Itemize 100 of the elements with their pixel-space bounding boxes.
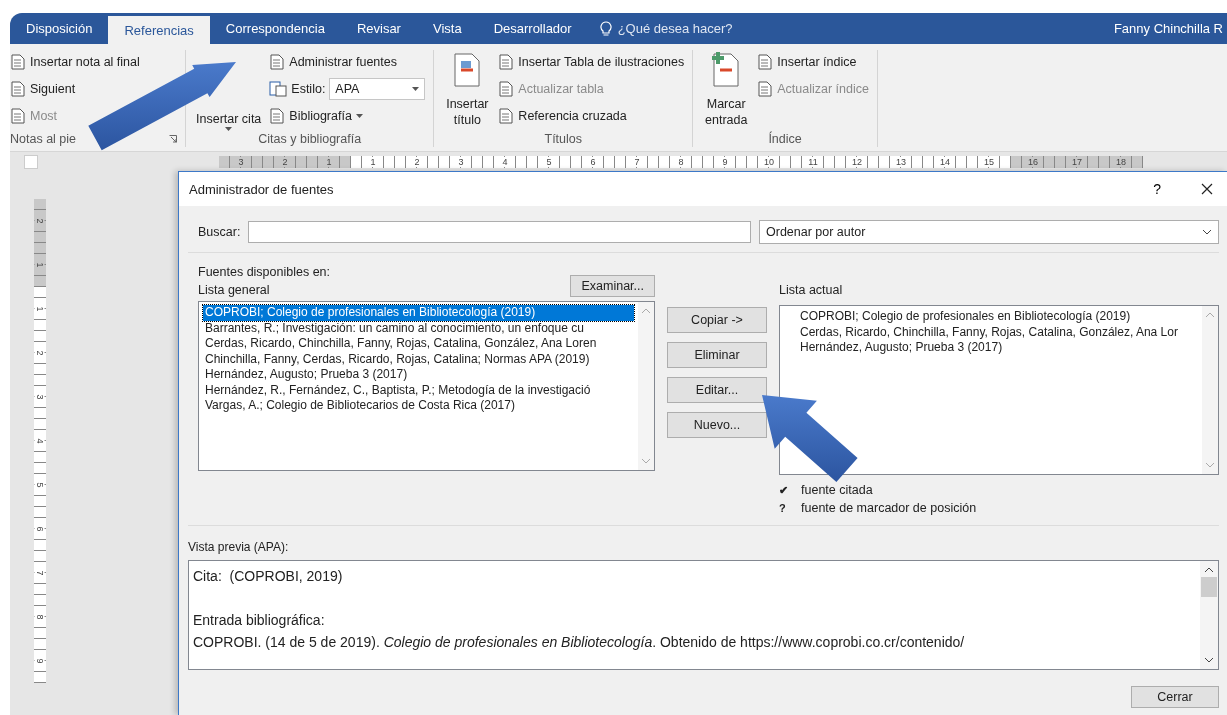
ribbon-button[interactable]: Bibliografía (269, 104, 363, 128)
ruler-number: 8 (676, 156, 686, 167)
help-button[interactable]: ? (1147, 180, 1167, 198)
document-icon (711, 52, 742, 88)
list-item[interactable]: Vargas, A.; Colegio de Bibliotecarios de Costa Rica (2017) (203, 398, 634, 414)
document-icon (269, 108, 286, 124)
style-dropdown[interactable]: APA (329, 78, 426, 100)
preview-text: COPROBI. (14 de 5 de 2019). Colegio de profesionales en Bibliotecología. Obtenido de https://www.coprobi.co.cr/contenido/ (193, 633, 966, 652)
ruler-number: 6 (588, 156, 598, 167)
ruler-number: 15 (982, 156, 996, 167)
ribbon-tab[interactable]: Referencias (108, 16, 210, 44)
ribbon-button[interactable]: Insertar índice (757, 50, 857, 74)
list-item[interactable]: Cerdas, Ricardo, Chinchilla, Fanny, Rojas, Catalina, González, Ana Lor (798, 324, 1198, 340)
style-label: Estilo: (291, 82, 326, 96)
group-label: Citas y bibliografía (258, 132, 362, 146)
list-item[interactable]: Hernández, Augusto; Prueba 3 (2017) (203, 367, 634, 383)
list-item[interactable]: Cerdas, Ricardo, Chinchilla, Fanny, Rojas, Catalina, González, Ana Loren (203, 336, 634, 352)
ruler-number: 4 (35, 436, 45, 446)
ruler-number: 2 (35, 348, 45, 358)
ribbon-button[interactable]: Insertar cita (194, 112, 264, 131)
document-icon (10, 108, 26, 124)
ruler-number: 9 (720, 156, 730, 167)
document-icon (10, 54, 26, 70)
style-icon (269, 81, 288, 97)
chevron-down-icon (1202, 229, 1212, 235)
ruler-number: 16 (1026, 156, 1040, 167)
close-dialog-button[interactable]: Cerrar (1131, 686, 1219, 708)
source-list[interactable]: COPROBI; Colegio de profesionales en Bibliotecología (2019) Cerdas, Ricardo, Chinchilla, Fanny, Rojas, Catalina, González, Ana Lor Hernández, Augusto; Prueba 3 (2017) (779, 305, 1219, 475)
ribbon-button[interactable]: Marcar entrada (701, 50, 752, 131)
ribbon-tab[interactable]: Correspondencia (209, 13, 341, 44)
ruler-number: 10 (762, 156, 776, 167)
ribbon-tab[interactable]: Vista (416, 13, 478, 44)
ribbon-button[interactable]: Insertar título (442, 50, 493, 131)
chevron-down-icon (641, 458, 651, 464)
list-item[interactable]: COPROBI; Colegio de profesionales en Bibliotecología (2019) (203, 305, 634, 321)
ruler-number: 7 (35, 568, 45, 578)
document-icon (498, 81, 515, 97)
action-button[interactable]: Nuevo... (667, 412, 767, 438)
list-label: Lista actual (779, 283, 844, 297)
ruler-number: 2 (280, 156, 290, 167)
ruler-number: 5 (544, 156, 554, 167)
ruler-number: 1 (368, 156, 378, 167)
ruler-number: 6 (35, 524, 45, 534)
action-button[interactable]: Copiar -> (667, 307, 767, 333)
document-icon (269, 54, 286, 70)
ribbon-button[interactable]: Administrar fuentes (269, 50, 397, 74)
ruler-number: 2 (412, 156, 422, 167)
list-label: Lista general (198, 283, 271, 297)
search-field[interactable] (248, 221, 751, 243)
search-box[interactable]: ¿Qué desea hacer? (587, 13, 745, 44)
group-label: Índice (768, 132, 802, 146)
action-button[interactable]: Eliminar (667, 342, 767, 368)
chevron-up-icon (641, 308, 651, 314)
legend-symbol: ✔ (779, 483, 789, 497)
ruler-number: 1 (35, 260, 45, 270)
ruler-number: 5 (35, 480, 45, 490)
ribbon-button[interactable]: Referencia cruzada (498, 104, 627, 128)
ruler-number: 3 (236, 156, 246, 167)
ruler-number: 7 (632, 156, 642, 167)
action-button[interactable]: Editar... (667, 377, 767, 403)
ribbon-button[interactable]: Insertar nota al final (10, 50, 140, 74)
list-item[interactable]: Hernández, Augusto; Prueba 3 (2017) (798, 340, 1198, 356)
list-item[interactable]: COPROBI; Colegio de profesionales en Bibliotecología (2019) (798, 309, 1198, 325)
chevron-down-icon (1204, 657, 1214, 663)
legend-text: fuente citada (801, 483, 873, 497)
browse-button[interactable]: Examinar... (570, 275, 655, 297)
ribbon-tab[interactable]: Revisar (340, 13, 417, 44)
list-item[interactable]: Barrantes, R.; Investigación: un camino al conocimiento, un enfoque cu (203, 320, 634, 336)
ruler-number: 8 (35, 612, 45, 622)
ribbon-tab[interactable]: Desarrollador (477, 13, 588, 44)
list-item[interactable]: Chinchilla, Fanny, Cerdas, Ricardo, Rojas, Catalina; Normas APA (2019) (203, 351, 634, 367)
ribbon-button[interactable]: Insertar Tabla de ilustraciones (498, 50, 685, 74)
preview-text: Cita: (COPROBI, 2019) (193, 567, 344, 586)
document-icon (498, 108, 515, 124)
tab-selector[interactable] (24, 154, 38, 169)
ruler-number: 3 (35, 392, 45, 402)
sort-dropdown[interactable]: Ordenar por autor (759, 220, 1219, 244)
ruler-number: 1 (324, 156, 334, 167)
legend-text: fuente de marcador de posición (801, 501, 977, 515)
group-label: Notas al pie (10, 132, 76, 146)
document-icon (10, 81, 26, 97)
group-label: Títulos (544, 132, 583, 146)
available-label: Fuentes disponibles en: (198, 265, 331, 279)
ruler-number: 18 (1114, 156, 1128, 167)
ruler-number: 14 (938, 156, 952, 167)
ruler-number: 3 (456, 156, 466, 167)
ruler-number: 2 (35, 216, 45, 226)
document-icon (498, 54, 515, 70)
list-item[interactable]: Hernández, R., Fernández, C., Baptista, P.; Metodogía de la investigació (203, 382, 634, 398)
search-label: Buscar: (198, 225, 241, 239)
ribbon-button[interactable]: Siguient (10, 77, 76, 101)
source-list[interactable] (198, 301, 655, 471)
ruler-number: 12 (850, 156, 864, 167)
dialog-title: Administrador de fuentes (189, 181, 334, 197)
user-name[interactable]: Fanny Chinchilla R (1113, 13, 1227, 44)
ruler-number: 4 (500, 156, 510, 167)
chevron-down-icon (1205, 462, 1215, 468)
scroll-thumb[interactable] (1201, 577, 1217, 597)
document-icon (757, 54, 774, 70)
ribbon-tab[interactable]: Disposición (10, 13, 109, 44)
